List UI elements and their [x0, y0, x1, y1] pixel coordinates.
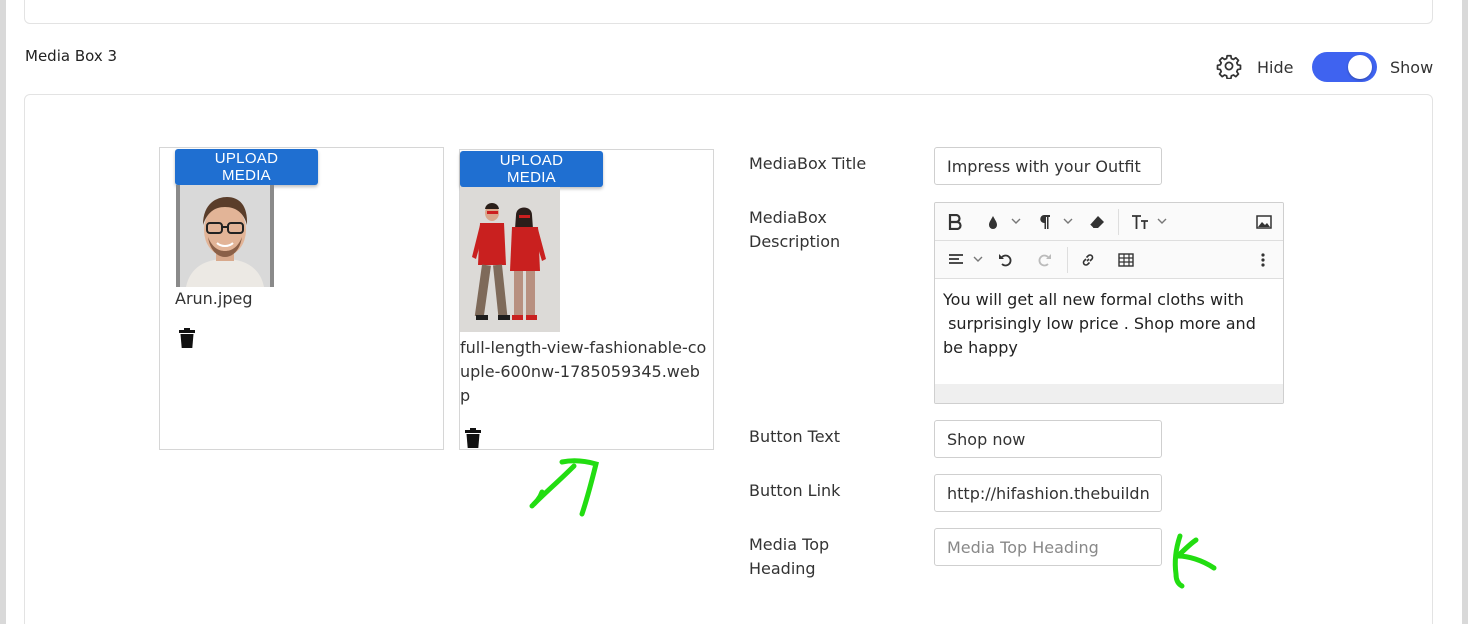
- bold-icon[interactable]: [945, 211, 965, 233]
- button-link-input[interactable]: [934, 474, 1162, 512]
- annotation-arrow-icon: [1172, 533, 1217, 589]
- text-size-icon[interactable]: [1129, 211, 1151, 233]
- link-icon[interactable]: [1077, 249, 1099, 271]
- media-top-heading-input[interactable]: [934, 528, 1162, 566]
- table-icon[interactable]: [1115, 249, 1137, 271]
- show-label: Show: [1390, 58, 1434, 77]
- trash-icon[interactable]: [178, 328, 198, 350]
- button-text-input[interactable]: [934, 420, 1162, 458]
- visibility-toggle[interactable]: [1312, 52, 1377, 82]
- chevron-down-icon[interactable]: [1011, 217, 1021, 225]
- media-card-1: UPLOAD MEDIA Arun.jpeg: [159, 147, 444, 450]
- mediabox-description-label: MediaBox Description: [749, 208, 841, 251]
- file-name: Arun.jpeg: [175, 289, 253, 308]
- paragraph-icon[interactable]: [1035, 211, 1055, 233]
- left-scroll-rail: [0, 0, 6, 624]
- profile-photo: [176, 185, 274, 287]
- chevron-down-icon[interactable]: [1157, 217, 1167, 225]
- fashion-couple-photo: [460, 187, 560, 332]
- annotation-arrow-icon: [529, 458, 600, 517]
- eraser-icon[interactable]: [1085, 211, 1109, 233]
- button-link-label: Button Link: [749, 481, 841, 500]
- media-top-heading-label: Media Top Heading: [749, 535, 830, 578]
- mediabox-title-label: MediaBox Title: [749, 154, 867, 173]
- editor-toolbar-row-2: [935, 241, 1283, 279]
- upload-media-button[interactable]: UPLOAD MEDIA: [460, 151, 603, 187]
- more-icon[interactable]: [1255, 249, 1271, 271]
- toolbar-separator: [1067, 247, 1068, 273]
- redo-icon[interactable]: [1033, 249, 1055, 271]
- right-scroll-rail: [1462, 0, 1468, 624]
- undo-icon[interactable]: [995, 249, 1017, 271]
- file-name: full-length-view-fashionable-couple-600n…: [460, 338, 707, 405]
- toggle-knob: [1348, 55, 1372, 79]
- upload-media-button[interactable]: UPLOAD MEDIA: [175, 149, 318, 185]
- editor-resize-bar[interactable]: [935, 384, 1283, 403]
- description-editor: You will get all new formal cloths with …: [934, 202, 1284, 404]
- chevron-down-icon[interactable]: [1063, 217, 1073, 225]
- editor-toolbar-row-1: [935, 203, 1283, 241]
- mediabox-title-input[interactable]: [934, 147, 1162, 185]
- trash-icon[interactable]: [464, 428, 484, 450]
- image-icon[interactable]: [1253, 211, 1275, 233]
- section-title: Media Box 3: [25, 47, 118, 65]
- align-icon[interactable]: [945, 249, 967, 271]
- button-text-label: Button Text: [749, 427, 841, 446]
- gear-icon[interactable]: [1216, 53, 1242, 80]
- toolbar-separator: [1118, 209, 1119, 235]
- media-card-2: UPLOAD MEDIA full-length-view-fashionabl…: [459, 149, 714, 450]
- hide-label: Hide: [1257, 58, 1294, 77]
- text-color-icon[interactable]: [983, 211, 1003, 233]
- chevron-down-icon[interactable]: [973, 255, 983, 263]
- description-text-area[interactable]: You will get all new formal cloths with …: [935, 280, 1283, 384]
- previous-section-card: [24, 0, 1433, 24]
